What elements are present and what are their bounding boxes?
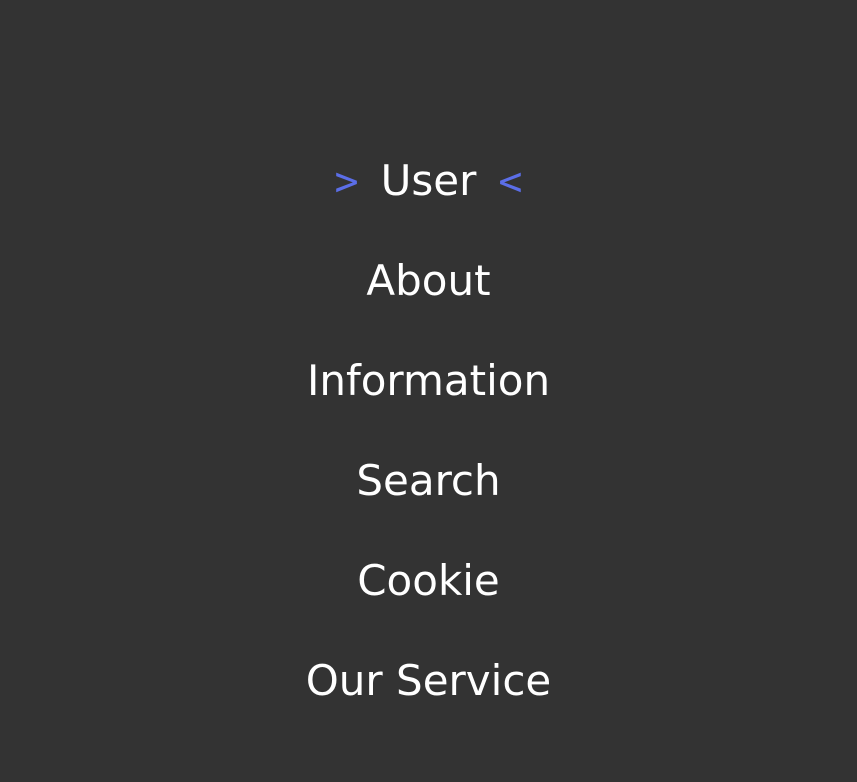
menu-item-about[interactable]: About <box>0 251 857 311</box>
menu-item-information[interactable]: Information <box>0 351 857 411</box>
menu-item-label: User <box>380 156 477 205</box>
main-menu: > User < About Information Search Cookie O… <box>0 0 857 782</box>
active-marker-right: < <box>498 159 523 205</box>
menu-item-our-service[interactable]: Our Service <box>0 651 857 711</box>
active-marker-left: > <box>334 159 359 205</box>
menu-item-search[interactable]: Search <box>0 451 857 511</box>
menu-item-user[interactable]: > User < <box>0 151 857 211</box>
menu-item-label: Information <box>306 356 551 405</box>
menu-item-label: About <box>366 256 491 305</box>
menu-item-label: Search <box>356 456 501 505</box>
menu-item-label: Our Service <box>305 656 552 705</box>
menu-item-cookie[interactable]: Cookie <box>0 551 857 611</box>
menu-item-label: Cookie <box>357 556 500 605</box>
